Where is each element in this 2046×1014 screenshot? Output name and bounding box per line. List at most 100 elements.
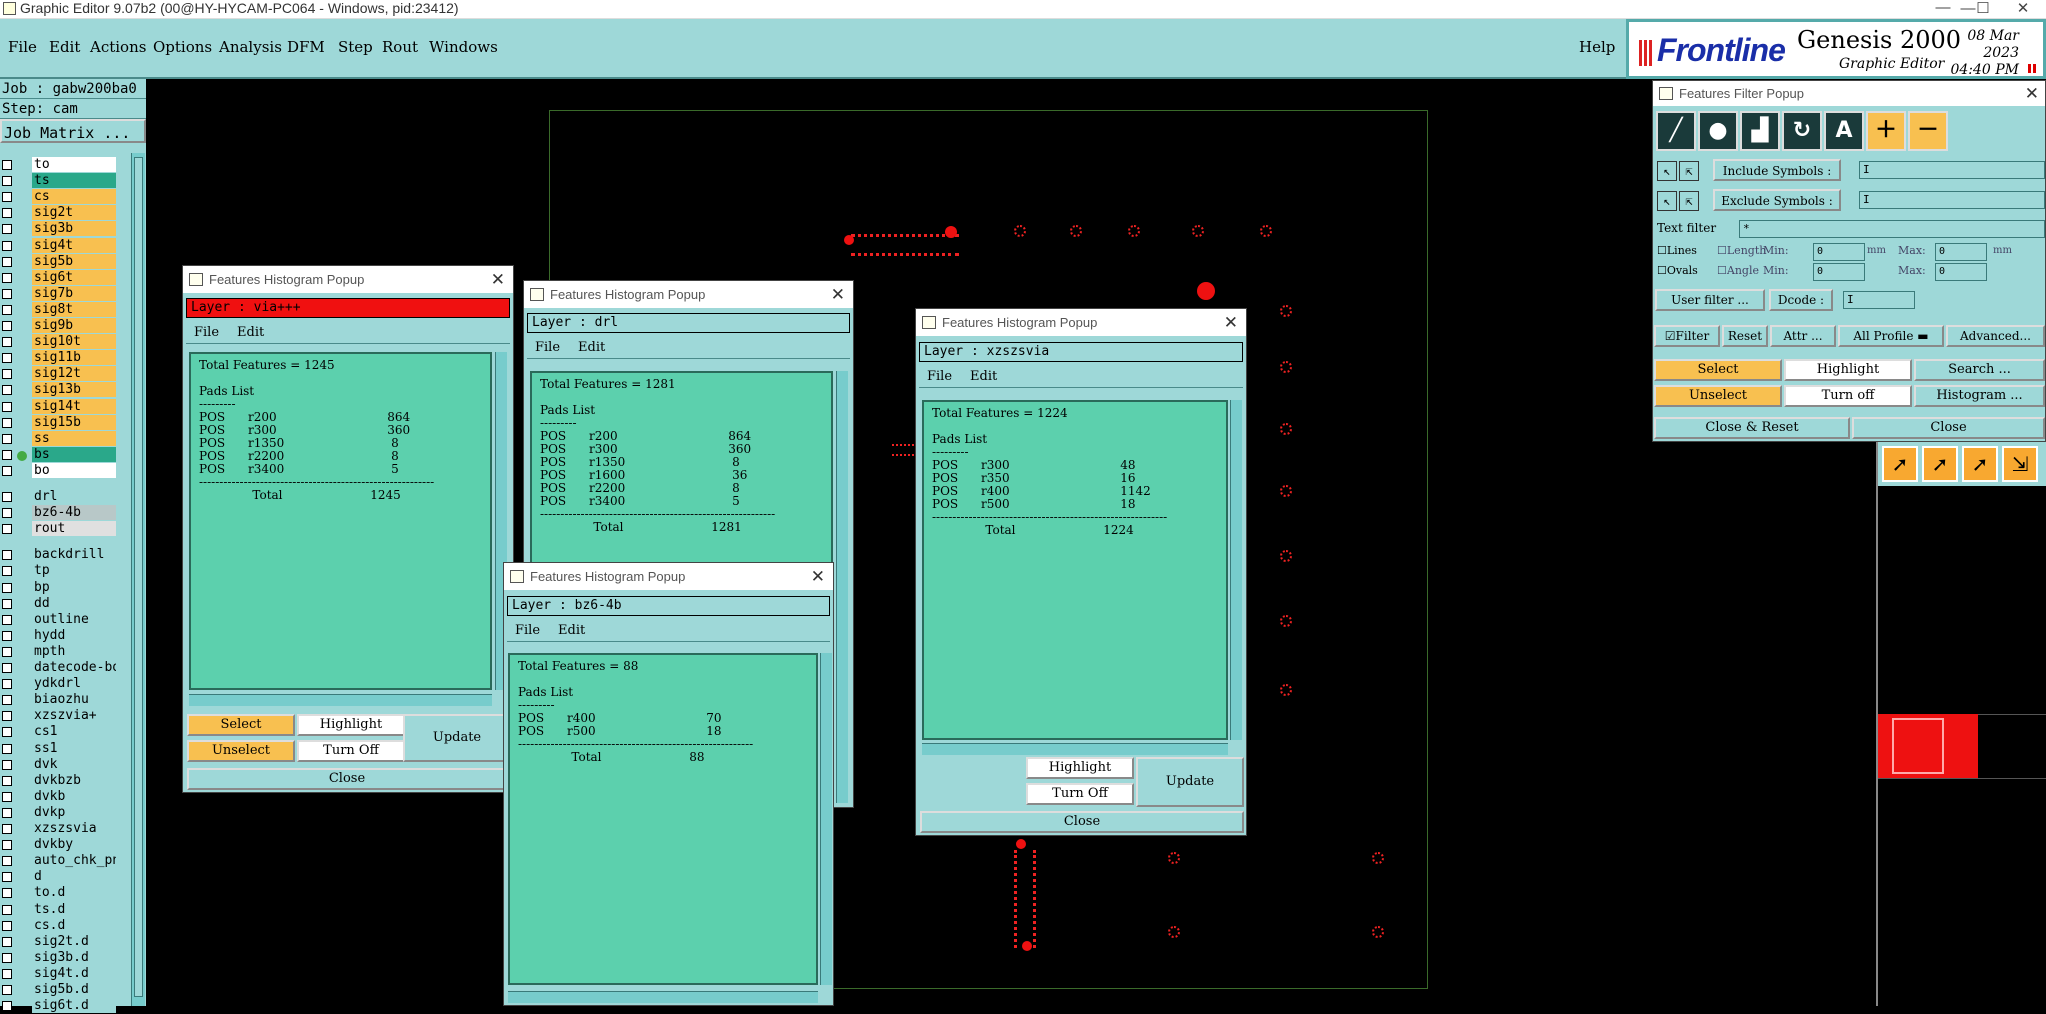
vertical-scrollbar[interactable] [1230, 400, 1242, 740]
layer-name[interactable]: bo [32, 462, 116, 478]
layer-row[interactable]: sig4t.d [0, 965, 120, 982]
layer-name[interactable]: biaozhu [32, 692, 116, 708]
layer-checkbox[interactable] [2, 1001, 12, 1012]
layer-checkbox[interactable] [2, 598, 12, 609]
layer-name[interactable]: sig4t.d [32, 965, 116, 981]
layer-checkbox[interactable] [2, 904, 12, 915]
length-max-field[interactable]: 0 [1935, 243, 1987, 261]
layer-name[interactable]: bz6-4b [32, 505, 116, 521]
turn-off-button[interactable]: Turn Off [1026, 783, 1134, 805]
layer-row[interactable]: xzszsvia [0, 821, 120, 837]
layer-checkbox[interactable] [2, 646, 12, 657]
layer-name[interactable]: sig13b [32, 382, 116, 398]
layer-name[interactable]: sig5b.d [32, 982, 116, 997]
layer-name[interactable]: sig15b [32, 414, 116, 430]
layer-checkbox[interactable] [2, 985, 12, 995]
layer-row[interactable]: sig2t.d [0, 933, 120, 950]
layer-name[interactable]: dvkp [32, 804, 116, 820]
layer-checkbox[interactable] [2, 433, 12, 444]
length-min-field[interactable]: 0 [1813, 243, 1865, 261]
layer-name[interactable]: xzszsvia [32, 821, 116, 836]
update-button[interactable]: Update [1136, 757, 1244, 807]
layer-checkbox[interactable] [2, 465, 12, 476]
layer-row[interactable]: dvkb [0, 788, 120, 805]
layer-row[interactable]: bz6-4b [0, 505, 120, 521]
layer-checkbox[interactable] [2, 304, 12, 315]
layer-name[interactable]: dvkb [32, 788, 116, 804]
layer-checkbox[interactable] [2, 550, 12, 561]
layer-checkbox[interactable] [2, 968, 12, 979]
close-icon[interactable]: ✕ [831, 281, 845, 308]
layer-name[interactable]: datecode-bo [32, 660, 116, 675]
layer-checkbox[interactable] [2, 288, 12, 299]
layer-name[interactable]: ts.d [32, 901, 116, 917]
layer-checkbox[interactable] [2, 727, 12, 738]
layer-checkbox[interactable] [2, 807, 12, 818]
layer-name[interactable]: hydd [32, 627, 116, 643]
layer-row[interactable]: sig6t.d [0, 998, 120, 1014]
positive-polarity-icon[interactable]: ＋ [1866, 111, 1906, 151]
layer-name[interactable]: ss [32, 430, 116, 446]
exclude-list-icon[interactable]: ⇱ [1679, 191, 1699, 211]
layer-name[interactable]: dvk [32, 756, 116, 772]
layer-checkbox[interactable] [2, 417, 12, 428]
layer-name[interactable]: ydkdrl [32, 676, 116, 692]
include-symbols-button[interactable]: Include Symbols : [1713, 159, 1841, 181]
layer-name[interactable]: ss1 [32, 740, 116, 756]
profile-dropdown[interactable]: All Profile ▬ [1838, 325, 1944, 347]
layer-row[interactable]: sig2t [0, 205, 120, 221]
attr-button[interactable]: Attr ... [1770, 325, 1836, 347]
layer-name[interactable]: sig3b [32, 221, 116, 237]
layer-row[interactable]: d [0, 869, 120, 885]
menu-windows[interactable]: Windows [429, 38, 498, 56]
layer-checkbox[interactable] [2, 256, 12, 267]
layer-row[interactable]: auto_chk_pn [0, 853, 120, 869]
layer-name[interactable]: bp [32, 579, 116, 595]
select-pointer-icon[interactable]: ➚ [1922, 446, 1958, 482]
layer-row[interactable]: sig8t [0, 301, 120, 318]
layer-checkbox[interactable] [2, 679, 12, 690]
layer-name[interactable]: sig7b [32, 285, 116, 301]
layer-name[interactable]: rout [32, 521, 116, 537]
layer-row[interactable]: ts.d [0, 901, 120, 918]
menu-edit[interactable]: Edit [970, 369, 997, 384]
ovals-checkbox[interactable]: ☐Ovals [1657, 261, 1698, 281]
menu-actions[interactable]: Actions [90, 38, 146, 56]
layer-name[interactable]: sig14t [32, 398, 116, 414]
dcode-button[interactable]: Dcode : [1769, 289, 1833, 311]
text-tool-icon[interactable]: A [1824, 111, 1864, 151]
layer-row[interactable]: sig6t [0, 269, 120, 286]
pan-pointer-icon[interactable]: ⇲ [2002, 446, 2038, 482]
layer-row[interactable]: sig14t [0, 398, 120, 415]
dcode-field[interactable]: I [1843, 291, 1915, 309]
layer-checkbox[interactable] [2, 449, 12, 460]
layer-row[interactable]: biaozhu [0, 692, 120, 708]
filter-select-button[interactable]: Select [1654, 359, 1782, 381]
layer-name[interactable]: to.d [32, 885, 116, 901]
layer-row[interactable]: bo [0, 462, 120, 479]
vertical-scrollbar[interactable] [836, 371, 848, 803]
menu-file[interactable]: File [927, 369, 952, 384]
layer-row[interactable]: mpth [0, 643, 120, 660]
layer-row[interactable]: ts [0, 173, 120, 189]
lines-checkbox[interactable]: ☐Lines [1657, 241, 1697, 261]
layer-name[interactable]: sig6t [32, 269, 116, 285]
layer-name[interactable]: cs.d [32, 917, 116, 933]
layer-row[interactable]: sig5b.d [0, 982, 120, 998]
turn-off-button[interactable]: Turn Off [297, 740, 405, 762]
close-icon[interactable]: ✕ [491, 266, 505, 293]
layer-row[interactable]: dvkp [0, 804, 120, 821]
layer-name[interactable]: sig4t [32, 237, 116, 253]
layer-row[interactable]: to [0, 157, 120, 173]
layer-row[interactable]: tp [0, 563, 120, 579]
layer-name[interactable]: d [32, 869, 116, 885]
menu-file[interactable]: File [8, 38, 37, 56]
layer-checkbox[interactable] [2, 272, 12, 283]
menu-edit[interactable]: Edit [578, 340, 605, 355]
layer-checkbox[interactable] [2, 630, 12, 641]
layer-checkbox[interactable] [2, 524, 12, 535]
layer-name[interactable]: sig2t [32, 205, 116, 221]
layer-row[interactable]: sig7b [0, 285, 120, 302]
layer-name[interactable]: dvkby [32, 837, 116, 853]
maximize-button[interactable]: ☐ [1963, 0, 2003, 17]
